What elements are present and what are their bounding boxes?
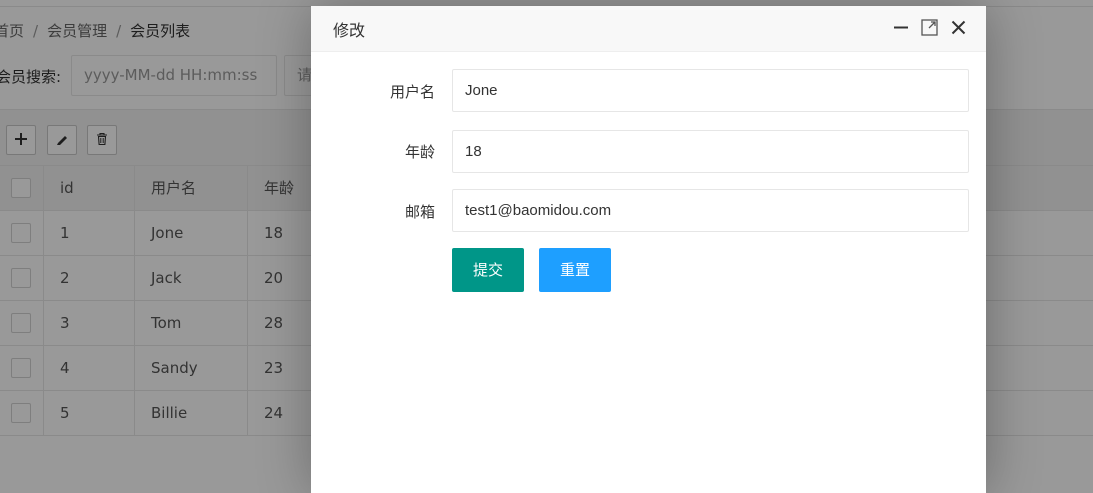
close-icon [951, 20, 966, 39]
reset-button[interactable]: 重置 [539, 248, 611, 292]
close-button[interactable] [948, 19, 968, 39]
dialog-title: 修改 [333, 21, 366, 40]
submit-button[interactable]: 提交 [452, 248, 524, 292]
minimize-button[interactable] [891, 19, 911, 39]
age-label: 年龄 [404, 143, 435, 161]
username-label: 用户名 [389, 83, 435, 101]
maximize-icon [920, 18, 938, 40]
minimize-icon [893, 19, 909, 39]
edit-dialog: 修改 用户名 Jone 年龄 18 邮箱 test1@baomidou.com … [311, 6, 986, 493]
age-field[interactable]: 18 [452, 130, 969, 173]
email-field[interactable]: test1@baomidou.com [452, 189, 969, 232]
email-label: 邮箱 [404, 203, 435, 221]
username-field[interactable]: Jone [452, 69, 969, 112]
maximize-button[interactable] [919, 18, 939, 40]
dialog-header[interactable]: 修改 [311, 6, 986, 52]
